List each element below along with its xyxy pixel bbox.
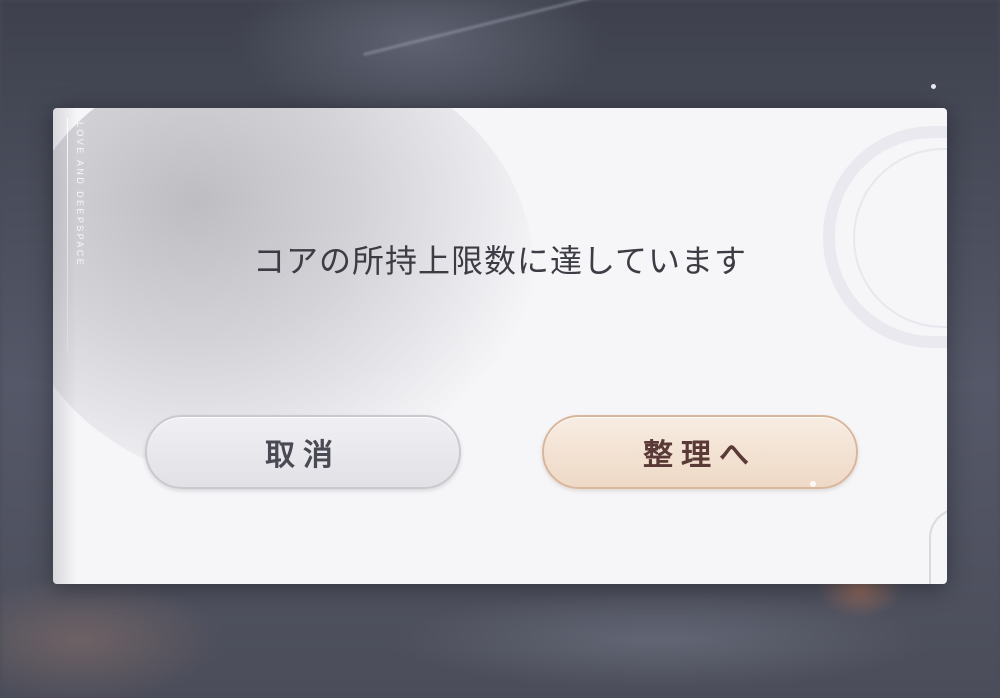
organize-button[interactable]: 整理へ — [542, 415, 858, 489]
decorative-corner-arc — [929, 508, 947, 584]
button-sparkle-icon — [810, 481, 816, 487]
dialog-left-edge — [53, 108, 77, 584]
core-limit-dialog: LOVE AND DEEPSPACE コアの所持上限数に達しています 取消 整理… — [53, 108, 947, 584]
cancel-button[interactable]: 取消 — [145, 415, 461, 489]
background-light-dot — [931, 84, 936, 89]
cancel-button-label: 取消 — [265, 438, 341, 473]
organize-button-label: 整理へ — [643, 438, 757, 473]
dialog-message: コアの所持上限数に達しています — [252, 242, 748, 280]
